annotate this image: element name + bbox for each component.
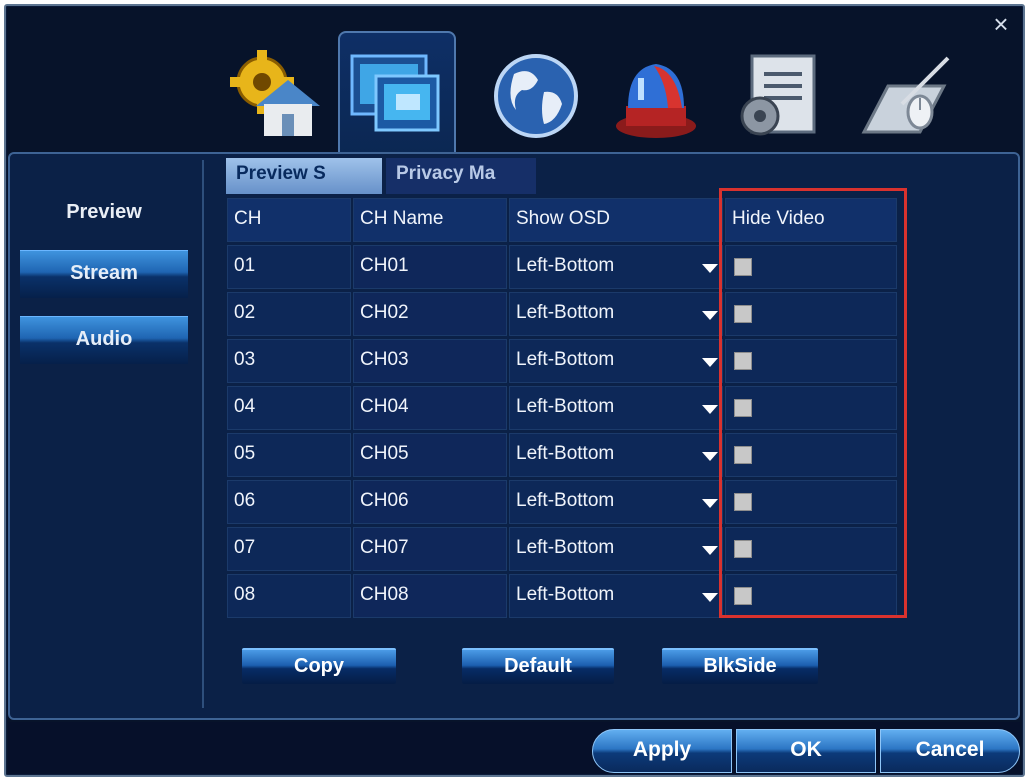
show-osd-select[interactable]: Left-Bottom <box>509 574 723 618</box>
dropdown-arrow-icon[interactable] <box>702 546 718 555</box>
advanced-settings-icon[interactable] <box>730 46 830 146</box>
channel-name-field[interactable]: CH06 <box>353 480 507 524</box>
show-osd-select[interactable]: Left-Bottom <box>509 480 723 524</box>
network-globe-icon[interactable] <box>486 46 586 146</box>
sidebar-item-preview[interactable]: Preview <box>20 190 188 238</box>
hide-video-checkbox[interactable] <box>734 493 752 511</box>
hide-video-checkbox[interactable] <box>734 305 752 323</box>
sidebar-item-stream[interactable]: Stream <box>20 250 188 298</box>
column-header-ch-name: CH Name <box>353 198 507 242</box>
hide-video-cell <box>725 245 897 289</box>
cancel-button[interactable]: Cancel <box>880 729 1020 773</box>
blkside-button[interactable]: BlkSide <box>662 648 818 684</box>
show-osd-value: Left-Bottom <box>516 396 615 417</box>
dropdown-arrow-icon[interactable] <box>702 311 718 320</box>
hide-video-cell <box>725 386 897 430</box>
channel-number-cell: 06 <box>227 480 351 524</box>
dropdown-arrow-icon[interactable] <box>702 264 718 273</box>
sidebar-divider <box>202 160 204 708</box>
channel-name-field[interactable]: CH07 <box>353 527 507 571</box>
channel-name-field[interactable]: CH04 <box>353 386 507 430</box>
hide-video-checkbox[interactable] <box>734 399 752 417</box>
channel-name-field[interactable]: CH03 <box>353 339 507 383</box>
apply-button[interactable]: Apply <box>592 729 732 773</box>
hide-video-checkbox[interactable] <box>734 587 752 605</box>
channel-name-field[interactable]: CH01 <box>353 245 507 289</box>
dropdown-arrow-icon[interactable] <box>702 499 718 508</box>
channel-number-cell: 01 <box>227 245 351 289</box>
dropdown-arrow-icon[interactable] <box>702 358 718 367</box>
hide-video-checkbox[interactable] <box>734 446 752 464</box>
dropdown-arrow-icon[interactable] <box>702 593 718 602</box>
hide-video-cell <box>725 527 897 571</box>
hide-video-cell <box>725 574 897 618</box>
channel-number-cell: 04 <box>227 386 351 430</box>
channel-number-cell: 07 <box>227 527 351 571</box>
hide-video-checkbox[interactable] <box>734 258 752 276</box>
channel-name-field[interactable]: CH08 <box>353 574 507 618</box>
tab-privacy-mask[interactable]: Privacy Ma <box>386 158 536 194</box>
show-osd-value: Left-Bottom <box>516 537 615 558</box>
channel-number-cell: 05 <box>227 433 351 477</box>
copy-button[interactable]: Copy <box>242 648 396 684</box>
show-osd-select[interactable]: Left-Bottom <box>509 433 723 477</box>
hide-video-checkbox[interactable] <box>734 352 752 370</box>
show-osd-value: Left-Bottom <box>516 443 615 464</box>
show-osd-value: Left-Bottom <box>516 490 615 511</box>
show-osd-value: Left-Bottom <box>516 584 615 605</box>
hide-video-cell <box>725 480 897 524</box>
column-header-show-osd: Show OSD <box>509 198 723 242</box>
dropdown-arrow-icon[interactable] <box>702 452 718 461</box>
sidebar-item-audio[interactable]: Audio <box>20 316 188 364</box>
channel-name-field[interactable]: CH02 <box>353 292 507 336</box>
show-osd-value: Left-Bottom <box>516 302 615 323</box>
show-osd-select[interactable]: Left-Bottom <box>509 245 723 289</box>
tab-preview-settings[interactable]: Preview S <box>226 158 382 194</box>
hide-video-checkbox[interactable] <box>734 540 752 558</box>
alarm-siren-icon[interactable] <box>606 46 706 146</box>
hide-video-cell <box>725 339 897 383</box>
column-header-hide-video: Hide Video <box>725 198 897 242</box>
hide-video-cell <box>725 292 897 336</box>
camera-control-icon[interactable] <box>858 46 958 146</box>
hide-video-cell <box>725 433 897 477</box>
system-settings-icon[interactable] <box>226 46 326 146</box>
close-button[interactable]: × <box>989 10 1013 38</box>
channel-name-field[interactable]: CH05 <box>353 433 507 477</box>
channel-number-cell: 03 <box>227 339 351 383</box>
channel-number-cell: 02 <box>227 292 351 336</box>
show-osd-select[interactable]: Left-Bottom <box>509 292 723 336</box>
show-osd-value: Left-Bottom <box>516 255 615 276</box>
show-osd-select[interactable]: Left-Bottom <box>509 527 723 571</box>
default-button[interactable]: Default <box>462 648 614 684</box>
show-osd-select[interactable]: Left-Bottom <box>509 386 723 430</box>
show-osd-value: Left-Bottom <box>516 349 615 370</box>
ok-button[interactable]: OK <box>736 729 876 773</box>
display-icon[interactable] <box>346 46 446 146</box>
show-osd-select[interactable]: Left-Bottom <box>509 339 723 383</box>
channel-number-cell: 08 <box>227 574 351 618</box>
dropdown-arrow-icon[interactable] <box>702 405 718 414</box>
column-header-ch: CH <box>227 198 351 242</box>
